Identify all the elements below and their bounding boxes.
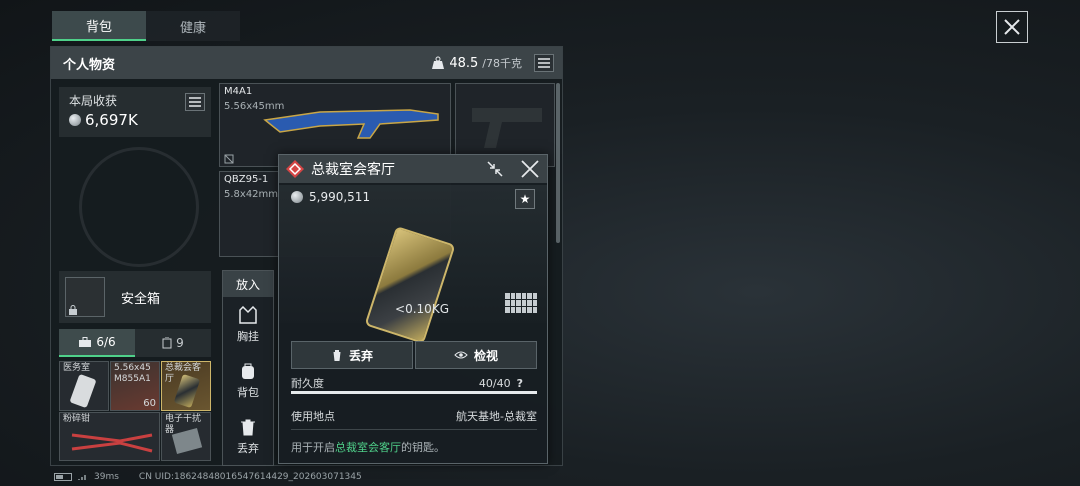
ping: 39ms (94, 472, 119, 482)
tab-container-keys[interactable]: 9 (135, 329, 211, 357)
close-button[interactable] (996, 11, 1028, 43)
weight-current: 48.5 (449, 55, 479, 71)
detail-header: 总裁室会客厅 (279, 155, 547, 183)
weight-display: 48.5/78千克 (431, 55, 522, 71)
put-in-backpack-button[interactable]: 背包 (223, 353, 273, 409)
container-grid: 医务室 5.56x45 M855A1 60 总裁会客厅 粉碎钳 电子干扰器 (59, 361, 211, 461)
item-description: 用于开启总裁室会客厅的钥匙。 (291, 441, 445, 454)
key-rarity-icon (286, 160, 304, 178)
close-detail-icon[interactable] (521, 160, 539, 178)
collapse-icon[interactable] (487, 161, 503, 177)
tab-backpack[interactable]: 背包 (52, 11, 146, 41)
toolbox-icon (79, 336, 92, 347)
discard-button[interactable]: 丢弃 (291, 341, 413, 369)
vest-icon (239, 306, 257, 324)
tab-health[interactable]: 健康 (146, 11, 240, 41)
haul-label: 本局收获 (69, 94, 118, 108)
grid-item-medbay-key[interactable]: 医务室 (59, 361, 109, 411)
safe-box-label: 安全箱 (121, 291, 161, 307)
safe-box-slot[interactable]: 安全箱 (59, 271, 211, 323)
lock-icon (69, 305, 77, 315)
coin-icon (291, 191, 303, 203)
location-label: 使用地点 (291, 410, 335, 423)
favorite-button[interactable]: ★ (515, 189, 535, 209)
location-row: 使用地点 航天基地-总裁室 (291, 408, 537, 424)
container-tabs: 6/6 9 (59, 329, 211, 357)
status-bar: 39ms CN UID:18624848016547614429_2026030… (54, 472, 362, 482)
emblem-watermark (79, 147, 199, 267)
haul-summary: 本局收获 6,697K (59, 87, 211, 137)
safe-box-image (65, 277, 105, 317)
grid-item-bolt-cutter[interactable]: 粉碎钳 (59, 412, 160, 461)
close-icon (1004, 19, 1020, 35)
weapon-name: M4A1 (224, 86, 253, 97)
grid-item-ammo[interactable]: 5.56x45 M855A1 60 (110, 361, 160, 411)
haul-list-button[interactable] (185, 93, 205, 111)
detail-price: 5,990,511 (291, 190, 370, 204)
haul-value: 6,697K (69, 111, 201, 129)
grid-item-jammer[interactable]: 电子干扰器 (161, 412, 211, 461)
put-in-header: 放入 (223, 271, 273, 297)
star-icon: ★ (519, 192, 531, 206)
panel-header: 个人物资 48.5/78千克 (51, 47, 562, 79)
item-detail-popup: 总裁室会客厅 5,990,511 ★ <0.10KG 丢弃 检视 耐久度 40/… (278, 154, 548, 464)
durability-bar (291, 391, 537, 394)
pistol-image (472, 108, 542, 148)
scrollbar[interactable] (556, 83, 560, 243)
help-icon[interactable]: ? (517, 377, 523, 390)
durability-bar-fill (291, 391, 537, 394)
keycard-image (364, 225, 456, 345)
trash-icon (331, 350, 342, 361)
weight-max: /78千克 (482, 57, 522, 70)
trash-icon (241, 419, 255, 436)
backpack-icon (242, 363, 254, 379)
top-tab-bar: 背包 健康 (52, 11, 240, 41)
item-size-grid-icon (505, 293, 537, 313)
put-in-menu: 放入 胸挂 背包 丢弃 (222, 270, 274, 466)
grid-item-ceo-key[interactable]: 总裁会客厅 (161, 361, 211, 411)
tab-container-items[interactable]: 6/6 (59, 329, 135, 357)
list-icon (189, 97, 201, 107)
put-in-vest-button[interactable]: 胸挂 (223, 297, 273, 353)
durability-value: 40/40 (478, 376, 511, 390)
location-value: 航天基地-总裁室 (456, 410, 537, 423)
panel-title: 个人物资 (63, 57, 116, 73)
unlink-icon (224, 154, 234, 164)
durability-row: 耐久度 40/40 ? (291, 375, 537, 391)
panel-list-button[interactable] (534, 54, 554, 72)
bolt-cutter-image (71, 433, 153, 453)
coin-icon (69, 114, 81, 126)
inspect-icon (454, 351, 468, 359)
signal-icon (78, 475, 86, 480)
put-in-discard-button[interactable]: 丢弃 (223, 409, 273, 465)
detail-title: 总裁室会客厅 (311, 162, 395, 178)
item-weight: <0.10KG (395, 302, 449, 316)
weight-icon (432, 56, 445, 69)
rifle-image (263, 109, 439, 139)
list-icon (538, 58, 550, 68)
battery-icon (54, 473, 72, 481)
canister-icon (162, 337, 172, 349)
inspect-button[interactable]: 检视 (415, 341, 537, 369)
durability-label: 耐久度 (291, 377, 324, 390)
user-id: CN UID:18624848016547614429_202603071345 (138, 472, 362, 482)
